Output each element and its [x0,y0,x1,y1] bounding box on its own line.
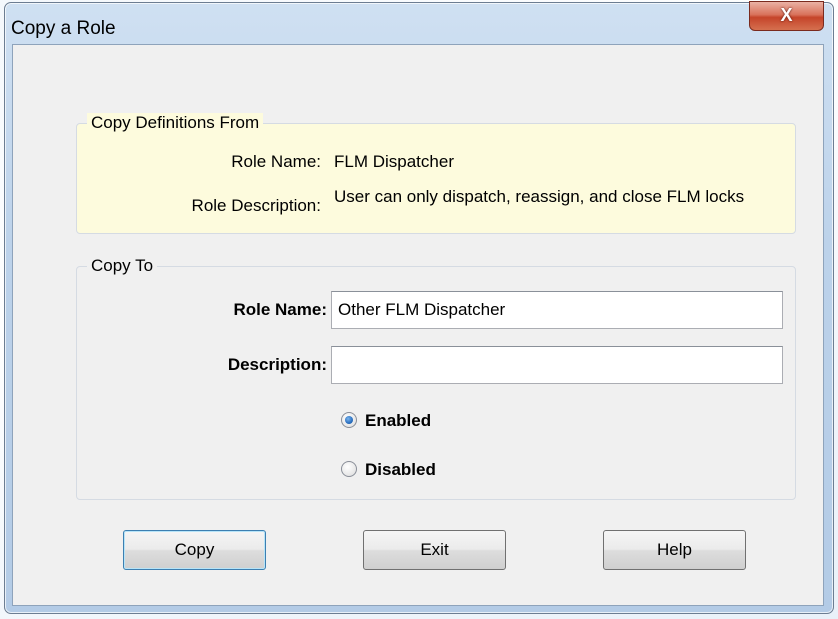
source-role-name-value: FLM Dispatcher [334,152,454,171]
radio-checked-icon [341,412,357,428]
copy-to-group: Copy To Role Name: Other FLM Dispatcher … [76,256,796,500]
close-button[interactable]: X [749,1,824,31]
target-role-name-input[interactable]: Other FLM Dispatcher [331,291,783,329]
source-role-name-label: Role Name: [231,152,321,171]
copy-definitions-from-legend: Copy Definitions From [87,113,264,133]
copy-definitions-from-group: Copy Definitions From Role Name: FLM Dis… [76,113,796,234]
source-role-description-value: User can only dispatch, reassign, and cl… [334,187,745,206]
copy-role-dialog: Copy a Role X Copy Definitions From Role… [4,1,834,614]
title-bar[interactable]: Copy a Role X [5,1,833,39]
exit-button[interactable]: Exit [363,530,506,570]
copy-to-legend: Copy To [87,256,158,276]
copy-button[interactable]: Copy [123,530,266,570]
help-button[interactable]: Help [603,530,746,570]
enabled-radio-label: Enabled [365,411,432,430]
dialog-client-area: Copy Definitions From Role Name: FLM Dis… [12,44,824,606]
source-role-description-container: User can only dispatch, reassign, and cl… [334,186,784,230]
target-description-label: Description: [227,355,327,374]
radio-unchecked-icon [341,461,357,477]
source-role-description-label: Role Description: [191,196,321,215]
target-description-input[interactable] [331,346,783,384]
close-icon: X [780,5,793,25]
window-title: Copy a Role [11,18,116,39]
target-role-name-label: Role Name: [233,300,327,319]
disabled-radio-label: Disabled [365,460,436,479]
